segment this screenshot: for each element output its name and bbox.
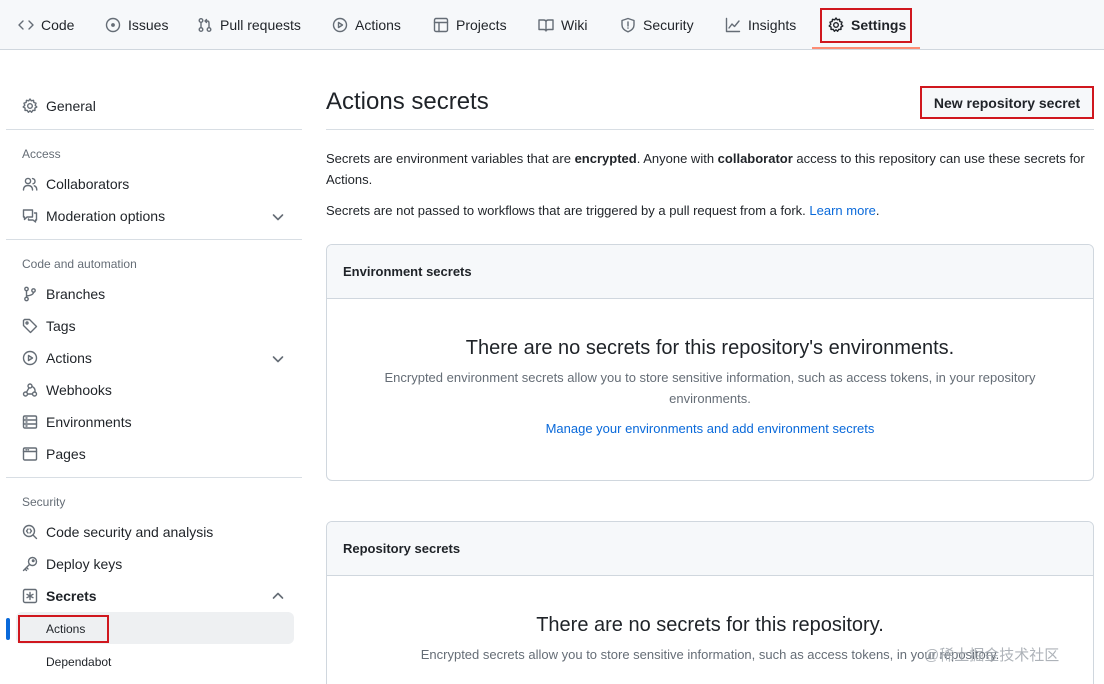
sidebar-item-branches[interactable]: Branches <box>22 282 105 306</box>
tab-wiki[interactable]: Wiki <box>538 0 587 50</box>
sidebar-item-label: Branches <box>46 286 106 302</box>
sidebar-item-pages[interactable]: Pages <box>22 442 86 466</box>
chevron-down-icon[interactable] <box>271 210 285 224</box>
desc-text: Secrets are environment variables that a… <box>326 151 575 166</box>
tab-actions-label: Actions <box>355 17 401 33</box>
page-title: Actions secrets <box>326 88 489 115</box>
sidebar-item-label: Actions <box>46 350 92 366</box>
learn-more-link[interactable]: Learn more <box>809 203 875 218</box>
sidebar-item-label: General <box>46 98 96 114</box>
people-icon <box>22 177 38 191</box>
sidebar-item-label: Pages <box>46 446 86 462</box>
table-icon <box>433 17 449 33</box>
key-icon <box>22 556 38 572</box>
server-icon <box>22 415 38 429</box>
play-icon <box>332 17 348 33</box>
browser-icon <box>22 447 38 461</box>
selected-tab-underline <box>812 47 920 49</box>
sidebar-item-label: Deploy keys <box>46 556 123 572</box>
sidebar-subitem-dependabot[interactable]: Dependabot <box>46 655 111 669</box>
branch-icon <box>24 286 36 302</box>
tab-security-label: Security <box>643 17 694 33</box>
sidebar-divider <box>6 129 302 130</box>
desc-text: Secrets are not passed to workflows that… <box>326 203 810 218</box>
play-icon <box>22 350 38 366</box>
sidebar-item-environments[interactable]: Environments <box>22 410 132 434</box>
sidebar-item-label: Code security and analysis <box>46 524 214 540</box>
tab-code[interactable]: Code <box>18 0 74 50</box>
comment-discussion-icon <box>22 209 38 223</box>
tab-insights[interactable]: Insights <box>725 0 796 50</box>
sidebar-item-label: Secrets <box>46 588 97 604</box>
sidebar-item-tags[interactable]: Tags <box>22 314 76 338</box>
new-repository-secret-button[interactable]: New repository secret <box>920 86 1094 119</box>
environment-secrets-header: Environment secrets <box>327 245 1093 299</box>
tab-projects-label: Projects <box>456 17 507 33</box>
issue-icon <box>105 17 121 33</box>
sidebar-item-label: Webhooks <box>46 382 112 398</box>
watermark: @稀土掘金技术社区 <box>924 647 1060 664</box>
tab-projects[interactable]: Projects <box>433 0 507 50</box>
sidebar-heading-code-automation: Code and automation <box>22 257 137 271</box>
chevron-down-icon[interactable] <box>271 352 285 366</box>
sidebar-item-webhooks[interactable]: Webhooks <box>22 378 112 402</box>
tab-security[interactable]: Security <box>620 0 694 50</box>
manage-environments-link[interactable]: Manage your environments and add environ… <box>327 421 1093 436</box>
chevron-up-icon[interactable] <box>271 589 285 603</box>
environment-secrets-box: Environment secrets There are no secrets… <box>326 244 1094 481</box>
sidebar-active-indicator <box>6 618 10 640</box>
actions-highlight-box <box>18 615 109 643</box>
desc-bold-encrypted: encrypted <box>574 151 637 166</box>
sidebar-divider <box>6 477 302 478</box>
sidebar-item-label: Collaborators <box>46 176 130 192</box>
tab-pull-requests[interactable]: Pull requests <box>197 0 301 50</box>
description-encrypted: Secrets are environment variables that a… <box>326 148 1086 190</box>
sidebar-heading-security: Security <box>22 495 66 509</box>
repository-secrets-header: Repository secrets <box>327 522 1093 576</box>
key-asterisk-icon <box>22 588 38 604</box>
book-icon <box>538 19 554 32</box>
environment-blank-title: There are no secrets for this repository… <box>465 337 955 359</box>
tab-code-label: Code <box>41 17 75 33</box>
webhook-icon <box>22 383 38 397</box>
tab-issues-label: Issues <box>128 17 169 33</box>
pull-request-icon <box>198 18 212 32</box>
desc-text: . Anyone with <box>636 151 718 166</box>
codescan-icon <box>22 524 38 540</box>
sidebar-item-collaborators[interactable]: Collaborators <box>22 172 129 196</box>
code-icon <box>18 20 34 30</box>
tab-actions[interactable]: Actions <box>332 0 401 50</box>
settings-highlight-box <box>820 8 912 43</box>
shield-icon <box>621 17 635 33</box>
tab-wiki-label: Wiki <box>561 17 588 33</box>
sidebar-item-secrets[interactable]: Secrets <box>22 584 97 608</box>
sidebar-item-code-security[interactable]: Code security and analysis <box>22 520 213 544</box>
environment-blank-description: Encrypted environment secrets allow you … <box>384 370 1036 406</box>
sidebar-item-label: Environments <box>46 414 132 430</box>
sidebar-divider <box>6 239 302 240</box>
tab-pull-requests-label: Pull requests <box>220 17 301 33</box>
repository-blank-title: There are no secrets for this repository… <box>536 614 884 636</box>
tag-icon <box>22 318 38 334</box>
sidebar-item-actions[interactable]: Actions <box>22 346 92 370</box>
desc-bold-collaborator: collaborator <box>717 151 793 166</box>
repo-nav: Code Issues Pull requests Actions Projec… <box>0 0 1104 50</box>
graph-icon <box>725 17 741 33</box>
sidebar-item-label: Tags <box>46 318 76 334</box>
sidebar-heading-access: Access <box>22 147 61 161</box>
title-divider <box>326 129 1094 130</box>
sidebar-item-moderation[interactable]: Moderation options <box>22 204 165 228</box>
tab-insights-label: Insights <box>748 17 797 33</box>
sidebar-item-general[interactable]: General <box>22 94 96 118</box>
desc-text: . <box>875 203 880 218</box>
description-forks: Secrets are not passed to workflows that… <box>326 200 1086 221</box>
gear-icon <box>22 98 38 113</box>
sidebar-item-label: Moderation options <box>46 208 166 224</box>
tab-issues[interactable]: Issues <box>105 0 168 50</box>
sidebar-item-deploy-keys[interactable]: Deploy keys <box>22 552 122 576</box>
